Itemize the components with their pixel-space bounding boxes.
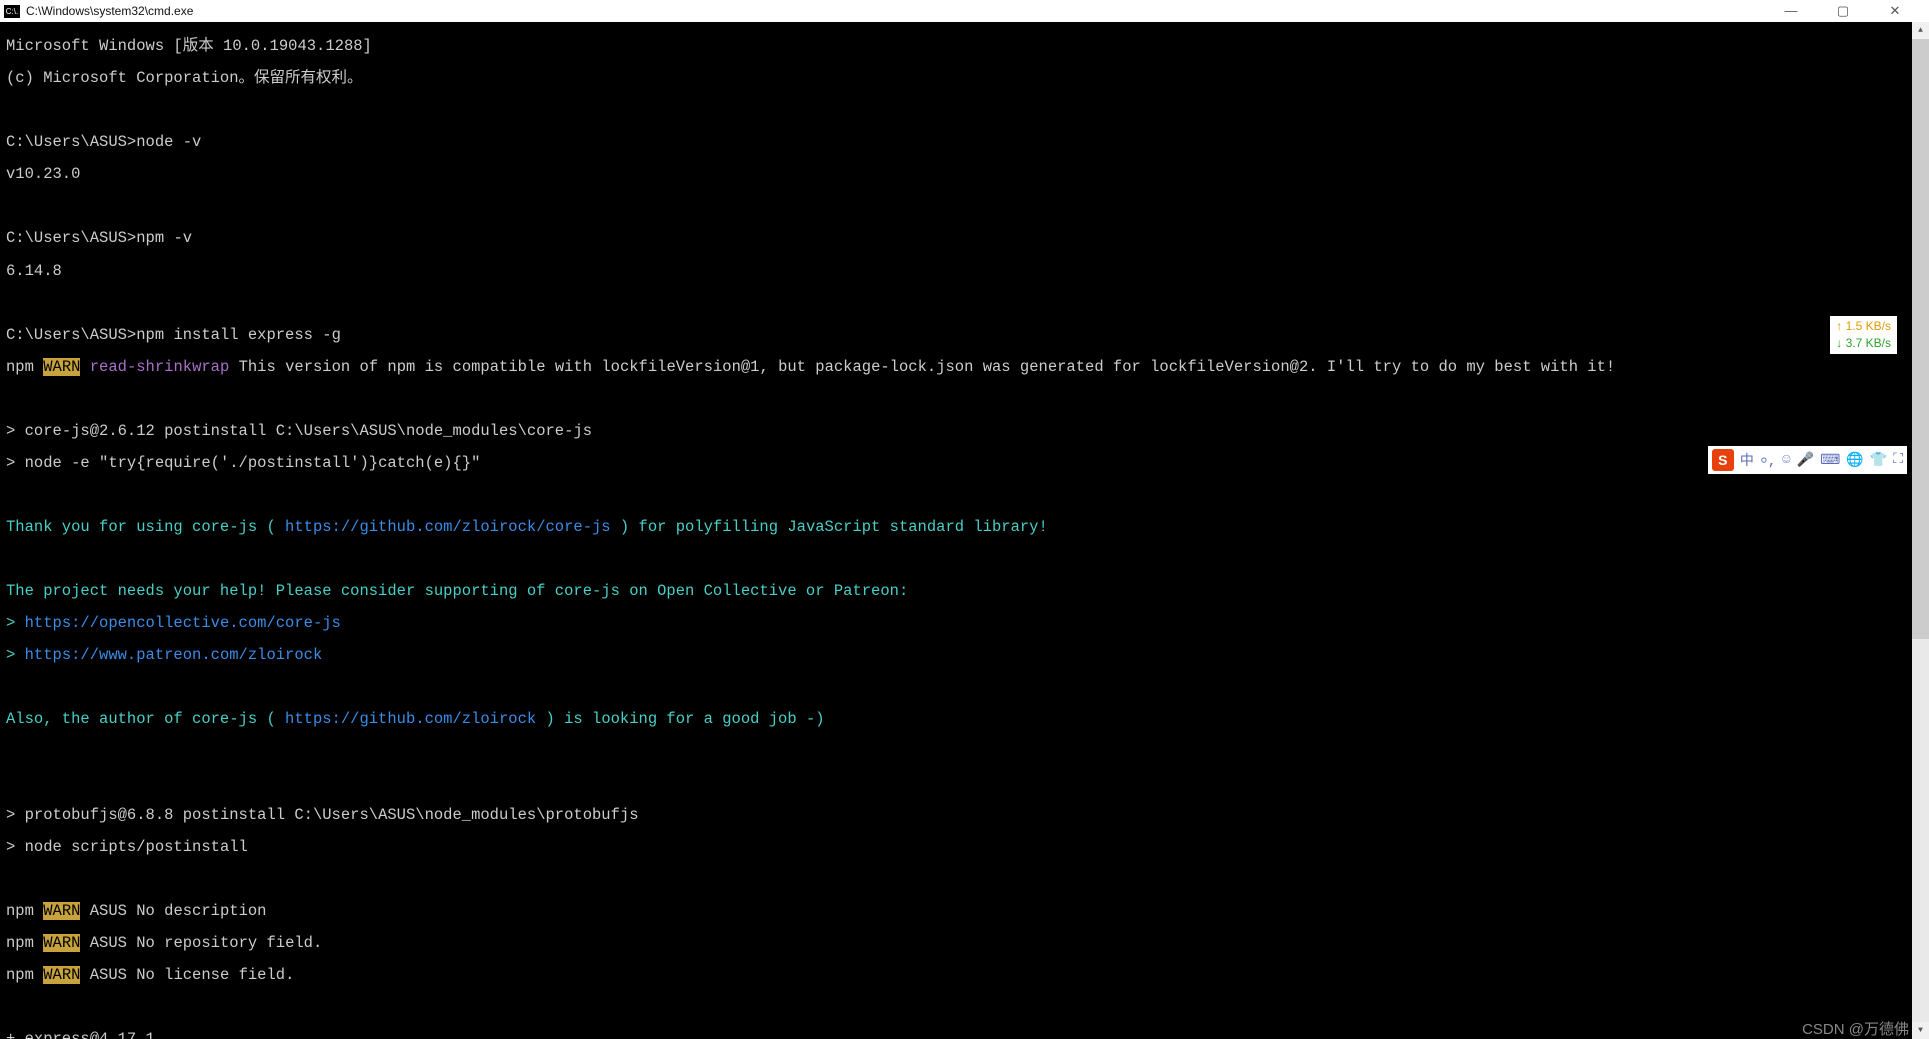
output-text: ASUS No description (80, 902, 266, 920)
link[interactable]: https://github.com/zloirock/core-js (285, 518, 611, 536)
output-text: node scripts/postinstall (25, 838, 248, 856)
maximize-button[interactable]: ▢ (1829, 3, 1857, 19)
command-text: node -v (136, 133, 201, 151)
output-text: npm (6, 902, 43, 920)
output-text: (c) Microsoft Corporation。保留所有权利。 (6, 69, 363, 87)
output-text: npm (6, 966, 43, 984)
gt-marker: > (6, 422, 25, 440)
warn-badge: WARN (43, 934, 80, 952)
ime-punct-button[interactable]: ⸰, (1760, 451, 1776, 470)
minimize-button[interactable]: — (1777, 3, 1805, 19)
warn-tag: read-shrinkwrap (90, 358, 230, 376)
scroll-up-button[interactable]: ▲ (1912, 22, 1929, 39)
output-text: node -e "try{require('./postinstall')}ca… (25, 454, 481, 472)
output-text: npm (6, 934, 43, 952)
ime-emoji-button[interactable]: ☺ (1782, 452, 1790, 468)
ime-skin-button[interactable]: 👕 (1870, 452, 1887, 469)
ime-settings-button[interactable]: ⛶ (1893, 452, 1903, 468)
prompt: C:\Users\ASUS> (6, 229, 136, 247)
close-button[interactable]: ✕ (1881, 3, 1909, 19)
output-text: ASUS No repository field. (80, 934, 322, 952)
cmd-icon: C:\. (4, 5, 20, 18)
output-text: The project needs your help! Please cons… (6, 582, 908, 600)
output-text: Thank you for using core-js ( (6, 518, 285, 536)
output-text: Microsoft Windows [版本 10.0.19043.1288] (6, 37, 372, 55)
gt-marker: > (6, 806, 25, 824)
ime-keyboard-button[interactable]: ⌨ (1820, 452, 1840, 469)
command-text: npm install express -g (136, 326, 341, 344)
link[interactable]: https://opencollective.com/core-js (25, 614, 341, 632)
prompt: C:\Users\ASUS> (6, 326, 136, 344)
space (80, 358, 89, 376)
csdn-watermark: CSDN @万德佛 (1802, 1018, 1909, 1039)
output-text: + express@4.17.1 (6, 1030, 155, 1039)
output-text: v10.23.0 (6, 165, 80, 183)
sogou-logo-icon[interactable]: S (1712, 449, 1734, 471)
upload-arrow-icon: ↑ (1836, 319, 1842, 333)
warn-badge: WARN (43, 966, 80, 984)
download-arrow-icon: ↓ (1836, 336, 1842, 350)
output-text: Also, the author of core-js ( (6, 710, 285, 728)
window-title: C:\Windows\system32\cmd.exe (26, 4, 193, 18)
window-titlebar: C:\. C:\Windows\system32\cmd.exe — ▢ ✕ (0, 0, 1929, 22)
ime-toolbar[interactable]: S 中 ⸰, ☺ 🎤 ⌨ 🌐 👕 ⛶ (1708, 446, 1907, 474)
gt-marker: > (6, 614, 25, 632)
download-speed: 3.7 KB/s (1846, 336, 1891, 350)
output-text: core-js@2.6.12 postinstall C:\Users\ASUS… (25, 422, 592, 440)
ime-lang-button[interactable]: 中 (1740, 450, 1754, 470)
output-text: ) is looking for a good job -) (536, 710, 824, 728)
gt-marker: > (6, 838, 25, 856)
terminal-output[interactable]: Microsoft Windows [版本 10.0.19043.1288] (… (0, 22, 1912, 1039)
output-text: ) for polyfilling JavaScript standard li… (611, 518, 1048, 536)
upload-speed: 1.5 KB/s (1846, 319, 1891, 333)
ime-voice-button[interactable]: 🎤 (1797, 452, 1814, 469)
scrollbar[interactable]: ▲ ▼ (1912, 22, 1929, 1039)
output-text: npm (6, 358, 43, 376)
network-speed-overlay: ↑ 1.5 KB/s ↓ 3.7 KB/s (1830, 316, 1897, 354)
output-text: 6.14.8 (6, 262, 62, 280)
link[interactable]: https://github.com/zloirock (285, 710, 536, 728)
command-text: npm -v (136, 229, 192, 247)
gt-marker: > (6, 454, 25, 472)
scroll-down-button[interactable]: ▼ (1912, 1022, 1929, 1039)
gt-marker: > (6, 646, 25, 664)
prompt: C:\Users\ASUS> (6, 133, 136, 151)
output-text: This version of npm is compatible with l… (229, 358, 1615, 376)
output-text: ASUS No license field. (80, 966, 294, 984)
ime-globe-button[interactable]: 🌐 (1846, 452, 1863, 469)
scrollbar-thumb[interactable] (1912, 39, 1929, 639)
warn-badge: WARN (43, 358, 80, 376)
output-text: protobufjs@6.8.8 postinstall C:\Users\AS… (25, 806, 639, 824)
warn-badge: WARN (43, 902, 80, 920)
link[interactable]: https://www.patreon.com/zloirock (25, 646, 323, 664)
